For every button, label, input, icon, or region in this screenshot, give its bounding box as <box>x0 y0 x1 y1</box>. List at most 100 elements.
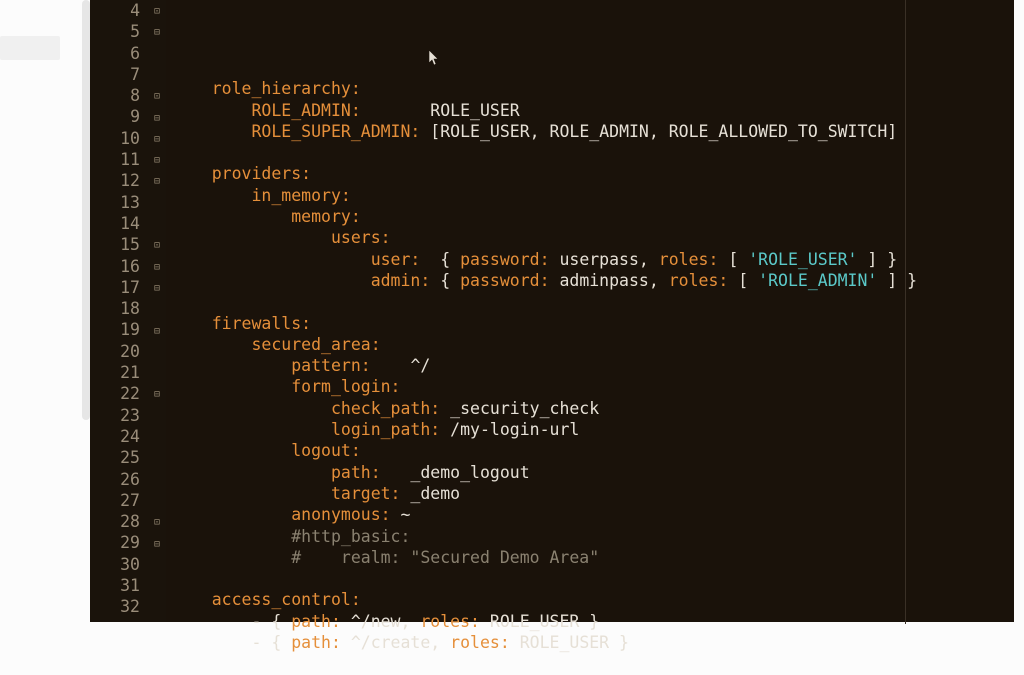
token-plain <box>172 463 331 482</box>
code-line[interactable]: users: <box>172 227 1014 248</box>
token-plain <box>172 335 251 354</box>
code-line[interactable] <box>172 142 1014 163</box>
token-qstr: 'ROLE_ADMIN' <box>758 271 877 290</box>
fold-toggle-icon[interactable] <box>151 388 163 400</box>
fold-toggle-icon[interactable] <box>151 282 163 294</box>
line-number: 17 <box>90 277 148 298</box>
line-number: 22 <box>90 383 148 404</box>
fold-toggle-icon[interactable] <box>151 538 163 550</box>
fold-toggle-icon[interactable] <box>151 261 163 273</box>
fold-toggle-icon[interactable] <box>151 26 163 38</box>
token-str: ROLE_ALLOWED_TO_SWITCH <box>669 122 888 141</box>
fold-toggle-icon[interactable] <box>151 325 163 337</box>
line-number: 13 <box>90 192 148 213</box>
token-punc: [ <box>728 271 758 290</box>
token-str: ROLE_USER <box>480 612 579 631</box>
code-line[interactable]: - { path: ^/create, roles: ROLE_USER } <box>172 632 1014 653</box>
token-key: logout: <box>291 441 361 460</box>
token-key: path: <box>291 612 341 631</box>
token-qstr: 'ROLE_USER' <box>748 250 857 269</box>
code-line[interactable]: secured_area: <box>172 334 1014 355</box>
token-key: path: <box>291 633 341 652</box>
code-line[interactable]: ROLE_SUPER_ADMIN: [ROLE_USER, ROLE_ADMIN… <box>172 121 1014 142</box>
code-line[interactable]: providers: <box>172 163 1014 184</box>
code-line[interactable]: pattern: ^/ <box>172 355 1014 376</box>
token-key: in_memory: <box>251 186 350 205</box>
code-line[interactable]: role_hierarchy: <box>172 78 1014 99</box>
code-line[interactable]: path: _demo_logout <box>172 462 1014 483</box>
line-number: 8 <box>90 85 148 106</box>
token-key: form_login: <box>291 377 400 396</box>
line-number: 29 <box>90 532 148 553</box>
token-key: secured_area: <box>251 335 380 354</box>
token-key: roles: <box>669 271 729 290</box>
line-number: 6 <box>90 43 148 64</box>
token-plain <box>172 441 291 460</box>
code-area[interactable]: role_hierarchy: ROLE_ADMIN: ROLE_USER RO… <box>166 0 1014 622</box>
line-number: 26 <box>90 469 148 490</box>
code-line[interactable] <box>172 57 1014 78</box>
token-plain <box>172 484 331 503</box>
code-line[interactable]: target: _demo <box>172 483 1014 504</box>
token-plain <box>172 590 212 609</box>
fold-column[interactable] <box>148 0 166 622</box>
code-line[interactable]: admin: { password: adminpass, roles: [ '… <box>172 270 1014 291</box>
token-punc: ] } <box>858 250 898 269</box>
token-key: memory: <box>291 207 361 226</box>
token-punc: { <box>420 250 460 269</box>
token-key: providers: <box>212 164 311 183</box>
token-str: ^/new <box>341 612 401 631</box>
code-line[interactable]: anonymous: ~ <box>172 504 1014 525</box>
sidebar-scrollbar[interactable] <box>82 0 90 420</box>
token-key: roles: <box>450 633 510 652</box>
code-line[interactable] <box>172 653 1014 674</box>
code-line[interactable]: firewalls: <box>172 313 1014 334</box>
token-plain <box>172 399 331 418</box>
token-key: role_hierarchy: <box>212 79 361 98</box>
token-punc: [ <box>420 122 440 141</box>
code-line[interactable]: ROLE_ADMIN: ROLE_USER <box>172 100 1014 121</box>
code-line[interactable]: login_path: /my-login-url <box>172 419 1014 440</box>
fold-toggle-icon[interactable] <box>151 175 163 187</box>
token-plain <box>172 420 331 439</box>
token-punc: } <box>579 612 599 631</box>
code-line[interactable]: # realm: "Secured Demo Area" <box>172 547 1014 568</box>
token-plain <box>172 271 371 290</box>
fold-toggle-icon[interactable] <box>151 133 163 145</box>
token-punc: [ <box>718 250 748 269</box>
fold-guide-icon <box>151 5 163 17</box>
fold-toggle-icon[interactable] <box>151 154 163 166</box>
token-punc: { <box>430 271 460 290</box>
token-plain <box>172 228 331 247</box>
code-line[interactable] <box>172 291 1014 312</box>
token-str: ^/ <box>371 356 431 375</box>
code-line[interactable]: #http_basic: <box>172 526 1014 547</box>
line-number: 7 <box>90 64 148 85</box>
code-line[interactable]: in_memory: <box>172 185 1014 206</box>
fold-toggle-icon[interactable] <box>151 112 163 124</box>
token-key: check_path: <box>331 399 440 418</box>
token-cmt: # realm: "Secured Demo Area" <box>291 548 599 567</box>
line-number: 5 <box>90 21 148 42</box>
token-str: ~ <box>391 505 411 524</box>
token-cmt: #http_basic: <box>291 527 410 546</box>
line-number: 16 <box>90 256 148 277</box>
code-line[interactable]: form_login: <box>172 376 1014 397</box>
token-key: pattern: <box>291 356 370 375</box>
fold-guide-icon <box>151 90 163 102</box>
code-editor[interactable]: 4567891011121314151617181920212223242526… <box>90 0 1014 624</box>
line-number: 14 <box>90 213 148 234</box>
code-line[interactable]: user: { password: userpass, roles: [ 'RO… <box>172 249 1014 270</box>
code-line[interactable]: logout: <box>172 440 1014 461</box>
line-number: 9 <box>90 106 148 127</box>
token-key: users: <box>331 228 391 247</box>
token-plain <box>172 186 251 205</box>
code-line[interactable]: memory: <box>172 206 1014 227</box>
code-line[interactable]: - { path: ^/new, roles: ROLE_USER } <box>172 611 1014 632</box>
line-number-gutter: 4567891011121314151617181920212223242526… <box>90 0 148 622</box>
code-line[interactable] <box>172 568 1014 589</box>
code-line[interactable]: check_path: _security_check <box>172 398 1014 419</box>
token-punc: , <box>649 271 669 290</box>
code-line[interactable]: access_control: <box>172 589 1014 610</box>
token-str: adminpass <box>550 271 649 290</box>
